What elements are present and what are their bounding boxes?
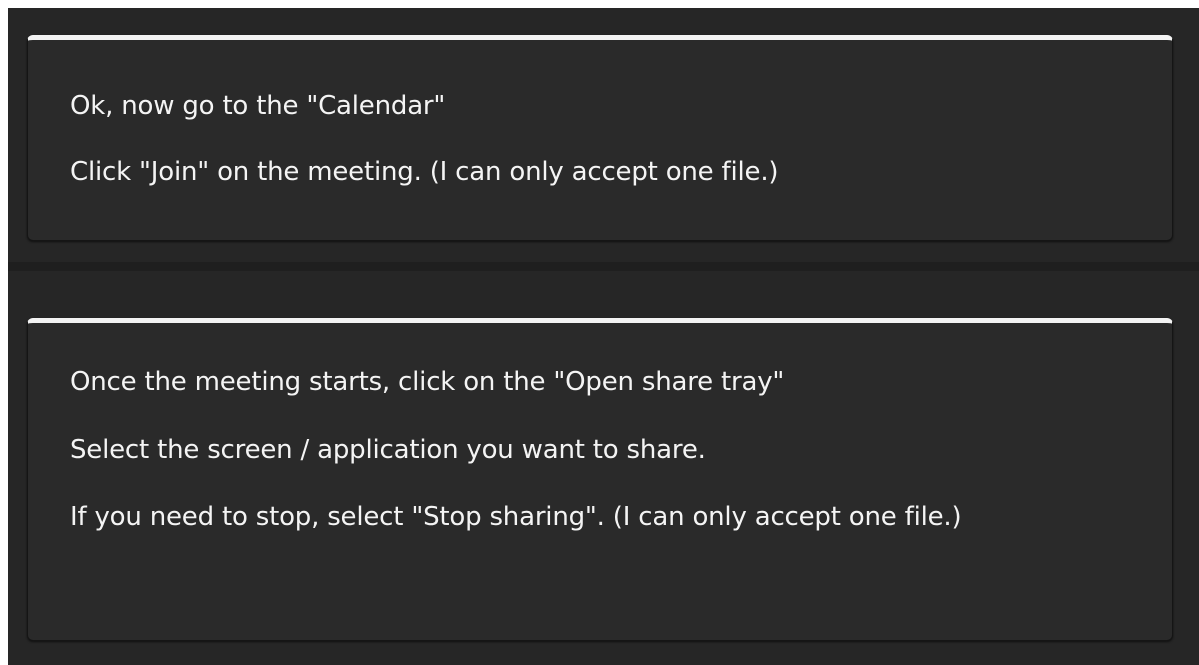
message-2-line-3: If you need to stop, select "Stop sharin… xyxy=(70,502,962,532)
message-1-line-1: Ok, now go to the "Calendar" xyxy=(70,91,446,121)
chat-panel: Ok, now go to the "Calendar" Click "Join… xyxy=(8,8,1199,665)
message-card-2: Once the meeting starts, click on the "O… xyxy=(27,318,1173,641)
message-row-2: Once the meeting starts, click on the "O… xyxy=(8,271,1199,665)
message-card-1: Ok, now go to the "Calendar" Click "Join… xyxy=(27,35,1173,241)
message-2-line-1: Once the meeting starts, click on the "O… xyxy=(70,367,785,397)
message-row-1: Ok, now go to the "Calendar" Click "Join… xyxy=(8,8,1199,262)
message-2-line-2: Select the screen / application you want… xyxy=(70,435,706,465)
message-1-line-2: Click "Join" on the meeting. (I can only… xyxy=(70,157,779,187)
